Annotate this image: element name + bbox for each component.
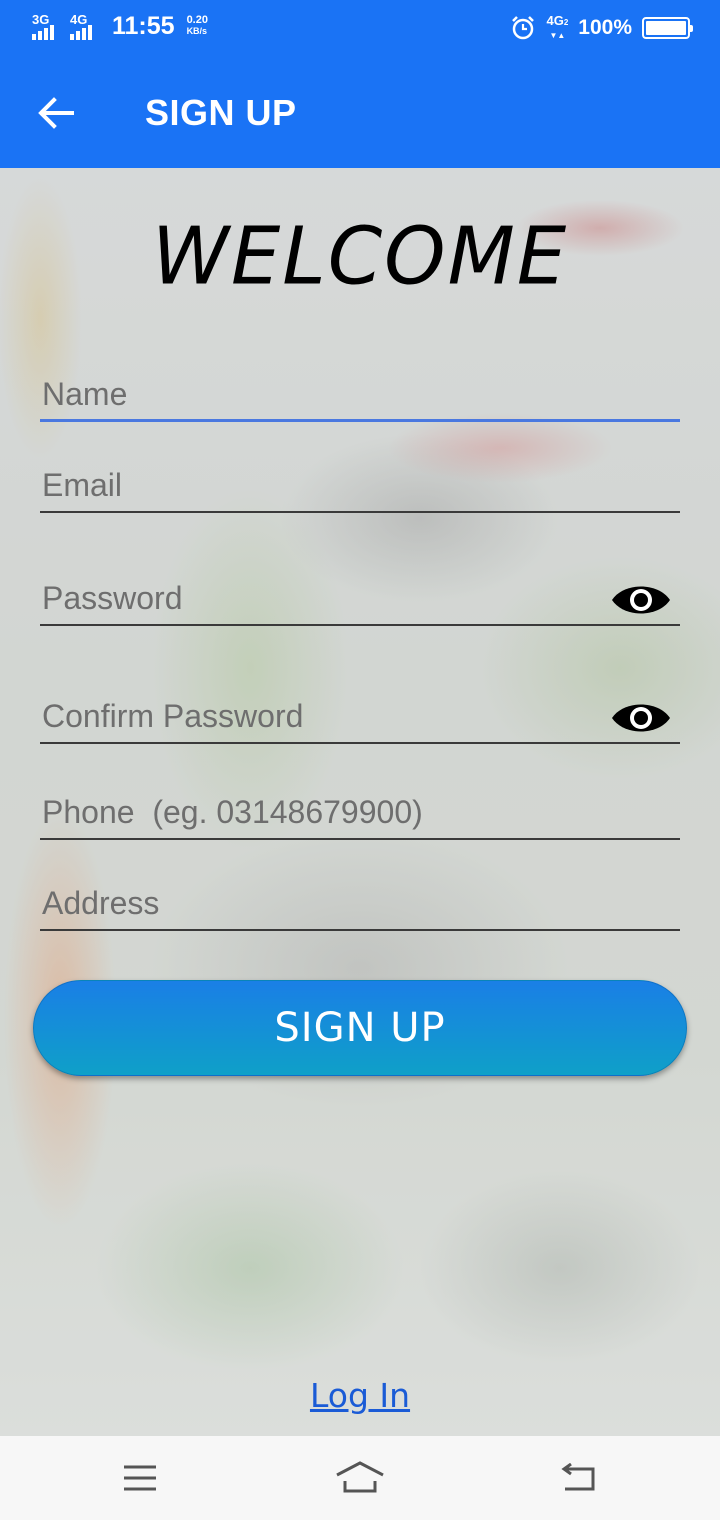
address-input[interactable] [40,875,680,931]
email-field [40,457,680,513]
field-underline [40,624,680,626]
network-4g-indicator: 4G2 ▼▲ [546,14,568,42]
navigation-bar [0,1436,720,1520]
app-header: 3G 4G 11:55 0.20 KB/s 4G2 ▼▲ 100% SIGN U… [0,0,720,168]
welcome-heading: WELCOME [151,211,569,303]
confirm-password-field [40,688,680,744]
network-label: 4G [546,13,564,28]
phone-field [40,784,680,840]
signal-4g: 4G [70,12,100,40]
network-speed: 0.20 KB/s [187,15,208,37]
status-bar: 3G 4G 11:55 0.20 KB/s 4G2 ▼▲ 100% [0,0,720,60]
signal-bars-icon [32,25,54,40]
back-button[interactable] [30,90,82,136]
battery-percent: 100% [578,16,632,39]
arrow-left-icon [38,97,74,129]
alarm-icon [512,16,535,40]
field-underline [40,929,680,931]
name-field [40,366,680,422]
clock: 11:55 [112,12,175,40]
nav-back-button[interactable] [548,1454,608,1502]
email-input[interactable] [40,457,680,513]
home-icon [336,1461,384,1493]
network-sub-label: 2 [563,18,569,27]
speed-unit: KB/s [186,26,208,36]
address-field [40,875,680,931]
nav-menu-button[interactable] [110,1454,170,1502]
battery-icon [642,17,693,39]
data-arrows-icon: ▼▲ [549,31,566,40]
phone-input[interactable] [40,784,680,840]
field-underline [40,511,680,513]
name-input[interactable] [40,366,680,422]
nav-home-button[interactable] [330,1454,390,1502]
field-underline [40,742,680,744]
speed-value: 0.20 [186,14,208,26]
toolbar: SIGN UP [0,60,720,168]
eye-icon[interactable] [610,698,672,738]
signal-bars-icon [70,25,92,40]
sign-up-button[interactable]: SIGN UP [33,980,687,1076]
back-icon [561,1463,595,1491]
page-title: SIGN UP [145,92,297,133]
eye-icon[interactable] [610,580,672,620]
field-underline [40,419,680,422]
field-underline [40,838,680,840]
confirm-password-input[interactable] [40,688,680,744]
password-field [40,570,680,626]
battery-fill [646,21,686,35]
log-in-link[interactable]: Log In [0,1376,720,1415]
password-input[interactable] [40,570,680,626]
signal-3g: 3G [32,12,62,40]
menu-icon [124,1465,156,1491]
